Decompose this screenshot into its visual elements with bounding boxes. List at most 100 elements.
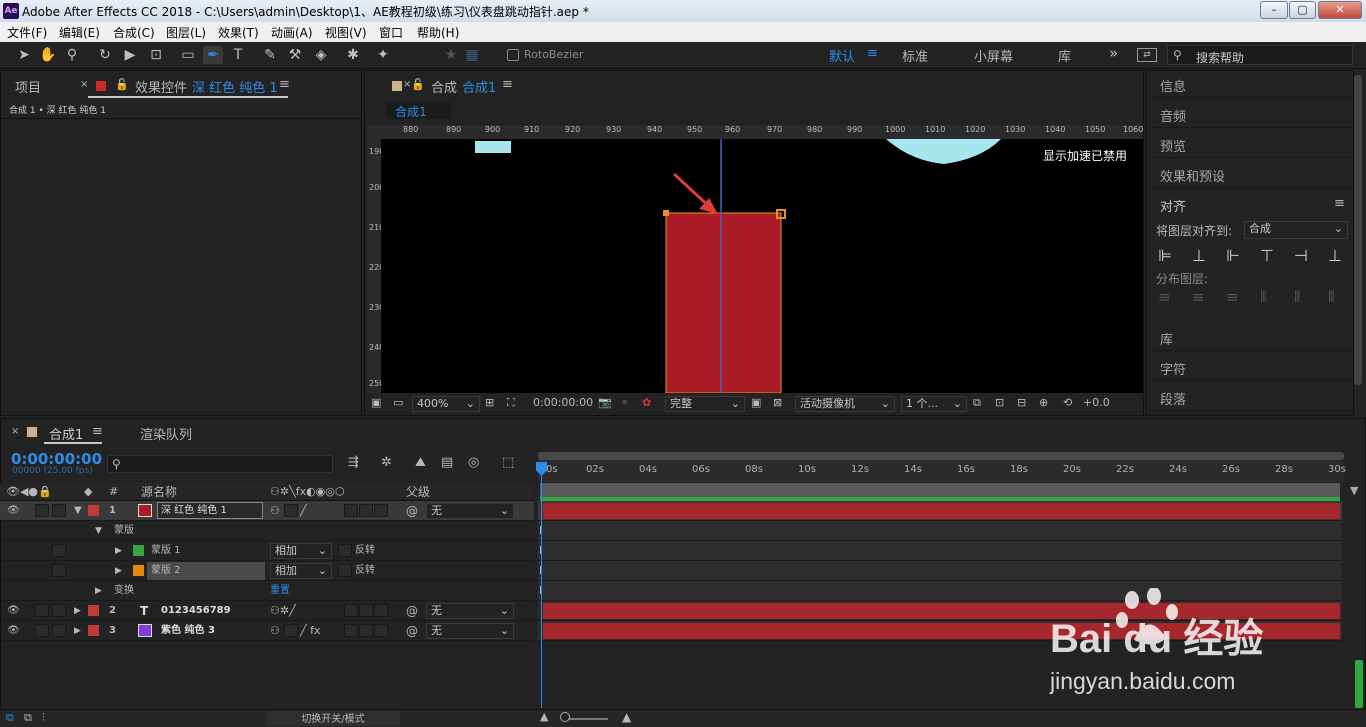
show-snapshot-icon[interactable]: ⚭: [620, 395, 629, 411]
workspace-standard[interactable]: 标准: [902, 46, 928, 65]
playhead-line[interactable]: [541, 462, 542, 708]
transform-group-row[interactable]: ▶ 变换 重置: [0, 581, 534, 601]
resolution-dropdown[interactable]: 完整 ⌄: [665, 396, 745, 412]
solo-toggle[interactable]: [52, 624, 66, 637]
timecode-display[interactable]: 0:00:00:00: [533, 395, 593, 411]
maximize-button[interactable]: ▢: [1289, 1, 1316, 19]
align-right-icon[interactable]: ⊩: [1226, 246, 1240, 265]
lock-icon[interactable]: 🔓: [411, 78, 425, 91]
motion-blur-switch[interactable]: [344, 504, 358, 517]
motion-blur-icon[interactable]: ◎: [468, 455, 479, 470]
3d-switch[interactable]: [374, 624, 388, 637]
shy-switch-icon[interactable]: ⚇: [270, 501, 280, 521]
invert-checkbox[interactable]: [338, 544, 352, 557]
align-hcenter-icon[interactable]: ⊥: [1192, 246, 1206, 265]
adjustment-switch[interactable]: [359, 604, 373, 617]
always-preview-icon[interactable]: ▣: [371, 395, 381, 411]
sync-settings-icon[interactable]: ⇄: [1137, 48, 1157, 62]
mask-vertex[interactable]: [663, 210, 669, 216]
tab-render-queue[interactable]: 渲染队列: [140, 424, 192, 443]
workspace-menu-icon[interactable]: ≡: [867, 46, 878, 61]
rotobezier-checkbox[interactable]: [507, 49, 519, 61]
reset-link[interactable]: 重置: [270, 581, 290, 601]
tab-timeline-comp[interactable]: 合成1: [49, 424, 83, 443]
views-dropdown[interactable]: 1 个... ⌄: [901, 396, 967, 412]
mask-name[interactable]: 蒙版 2: [151, 561, 181, 581]
panel-menu-icon[interactable]: ≡: [92, 424, 103, 439]
comp-mini-flowchart-icon[interactable]: ⇶: [348, 455, 359, 470]
transparency-grid-icon[interactable]: ⛶: [507, 395, 515, 411]
panel-menu-icon[interactable]: ≡: [502, 77, 513, 92]
mask-mode-dropdown[interactable]: 相加 ⌄: [270, 543, 332, 559]
zoom-slider-thumb[interactable]: [560, 712, 570, 722]
workspace-library[interactable]: 库: [1058, 46, 1071, 65]
mask-row[interactable]: ▶ 蒙版 2 相加 ⌄ 反转: [0, 561, 534, 581]
hand-tool-icon[interactable]: ✋: [38, 46, 58, 64]
shy-switch-icon[interactable]: ⚇✲╱: [270, 601, 296, 621]
distribute-hcenter-icon[interactable]: ⦀: [1294, 288, 1301, 306]
label-color-swatch[interactable]: [88, 505, 99, 516]
flowchart-icon[interactable]: ⊕: [1039, 395, 1048, 411]
source-name-header[interactable]: 源名称: [141, 483, 177, 501]
align-bottom-icon[interactable]: ⊥: [1328, 246, 1342, 265]
rectangle-tool-icon[interactable]: ▭: [178, 46, 198, 64]
distribute-top-icon[interactable]: ≡: [1158, 288, 1171, 306]
lock-icon[interactable]: 🔓: [115, 78, 129, 91]
exposure-value[interactable]: +0.0: [1083, 395, 1110, 411]
panel-preview[interactable]: 预览: [1148, 130, 1352, 158]
mask-group-row[interactable]: ▼ 蒙版: [0, 521, 534, 541]
parent-dropdown[interactable]: 无 ⌄: [426, 603, 514, 619]
menu-window[interactable]: 窗口: [379, 24, 403, 41]
red-solid-layer[interactable]: [665, 212, 782, 393]
panel-menu-icon[interactable]: ≡: [1334, 196, 1345, 211]
mask-mode-dropdown[interactable]: 相加 ⌄: [270, 563, 332, 579]
mask-lock-toggle[interactable]: [52, 564, 66, 577]
panel-effects-presets[interactable]: 效果和预设: [1148, 160, 1352, 188]
expand-caret-icon[interactable]: ▶: [115, 561, 122, 581]
camera-dropdown[interactable]: 活动摄像机 ⌄: [795, 396, 895, 412]
visibility-eye-icon[interactable]: 👁: [7, 621, 20, 641]
mask-lock-toggle[interactable]: [52, 544, 66, 557]
align-to-dropdown[interactable]: 合成 ⌄: [1244, 221, 1348, 239]
label-color-swatch[interactable]: [88, 625, 99, 636]
adjustment-switch[interactable]: [359, 504, 373, 517]
transfer-controls-icon[interactable]: ⧉: [24, 711, 32, 725]
search-help-field[interactable]: ⚲ 搜索帮助: [1167, 45, 1353, 65]
workspace-default[interactable]: 默认: [829, 46, 855, 65]
roto-brush-tool-icon[interactable]: ✱: [343, 46, 363, 64]
motion-blur-switch[interactable]: [344, 624, 358, 637]
eraser-tool-icon[interactable]: ◈: [311, 46, 331, 64]
minimize-button[interactable]: –: [1260, 1, 1288, 19]
menu-composition[interactable]: 合成(C): [113, 24, 155, 41]
pickwhip-icon[interactable]: @: [406, 601, 418, 621]
parent-dropdown[interactable]: 无 ⌄: [426, 503, 514, 519]
tab-effect-controls[interactable]: 效果控件: [135, 77, 187, 96]
audio-toggle[interactable]: [35, 504, 49, 517]
fast-preview-icon[interactable]: ⊡: [995, 395, 1004, 411]
type-tool-icon[interactable]: T: [228, 46, 248, 64]
work-area-bar[interactable]: [540, 483, 1340, 497]
pickwhip-icon[interactable]: @: [406, 621, 418, 641]
menu-view[interactable]: 视图(V): [325, 24, 367, 41]
pen-tool-icon[interactable]: ✒: [203, 46, 223, 64]
mask-color-swatch[interactable]: [133, 565, 144, 576]
distribute-right-icon[interactable]: ⦀: [1328, 288, 1335, 306]
right-panel-scrollbar[interactable]: [1354, 75, 1362, 385]
layer-switches-icon[interactable]: ⧉: [6, 711, 14, 725]
menu-animation[interactable]: 动画(A): [271, 24, 313, 41]
layer-name[interactable]: 0123456789: [161, 601, 231, 621]
invert-checkbox[interactable]: [338, 564, 352, 577]
toggle-pixel-icon[interactable]: ⧉: [973, 395, 981, 411]
audio-toggle[interactable]: [35, 624, 49, 637]
mask-name[interactable]: 蒙版 1: [151, 541, 181, 561]
align-vcenter-icon[interactable]: ⊣: [1294, 246, 1308, 265]
channel-icon[interactable]: ✿: [642, 395, 651, 411]
transparency-toggle-icon[interactable]: ⊠: [773, 395, 782, 411]
snapshot-icon[interactable]: 📷: [598, 395, 612, 411]
zoom-dropdown[interactable]: 400% ⌄: [412, 396, 480, 412]
mask-color-swatch[interactable]: [133, 545, 144, 556]
mask-row[interactable]: ▶ 蒙版 1 相加 ⌄ 反转: [0, 541, 534, 561]
layer-duration-bar[interactable]: [543, 503, 1340, 519]
solo-toggle[interactable]: [52, 504, 66, 517]
close-tab-icon[interactable]: ×: [80, 79, 88, 90]
